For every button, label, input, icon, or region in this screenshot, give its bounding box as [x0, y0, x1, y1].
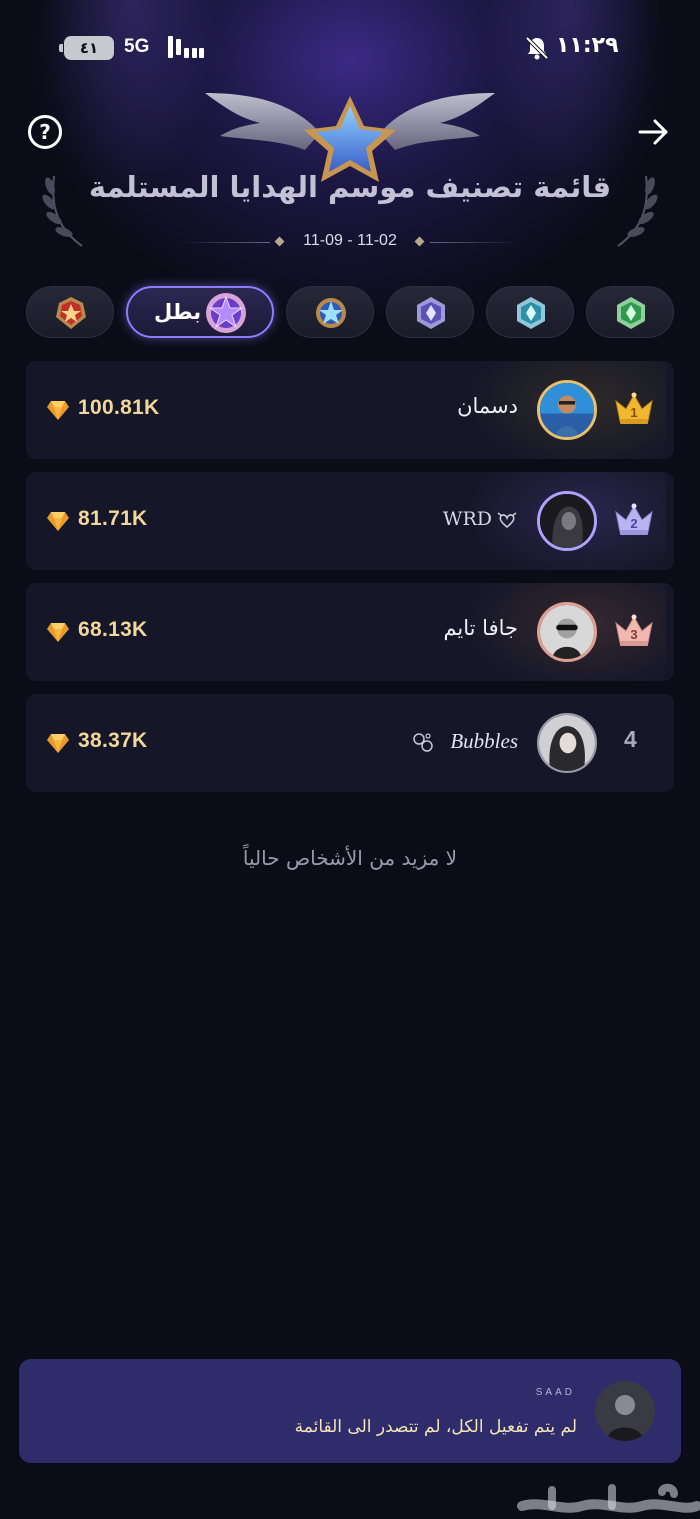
user-name: جافا تايم [443, 616, 518, 640]
sender-avatar [595, 1381, 655, 1441]
avatar[interactable] [537, 602, 597, 662]
gift-score: 38.37K [78, 729, 148, 752]
svg-text:1: 1 [630, 405, 637, 420]
haraj-watermark-logo [517, 1483, 700, 1513]
diamond-currency-icon [47, 401, 69, 420]
rank-number: 4 [624, 726, 637, 752]
signal-icon [168, 36, 204, 58]
svg-text:2: 2 [630, 516, 637, 531]
clock: ١١:٢٩ [556, 33, 619, 58]
gift-score: 81.71K [78, 507, 148, 530]
user-name: دسمان [457, 394, 518, 418]
svg-text:3: 3 [630, 627, 637, 642]
purple-star-champion-badge-icon [206, 293, 246, 333]
tier-tab-green-diamond[interactable] [586, 286, 674, 338]
silver-crown-icon: 2 [615, 503, 653, 535]
help-button[interactable]: ? [28, 115, 62, 149]
tier-tab-blue-star[interactable] [286, 286, 374, 338]
user-name: WRD [442, 508, 492, 530]
season-date-range: 11-09 - 11-02 [0, 232, 700, 252]
network-type: 5G [124, 36, 150, 57]
leaderboard-row[interactable]: 81.71K WRD 2 [26, 472, 674, 570]
diamond-currency-icon [47, 623, 69, 642]
leaderboard-row[interactable]: 100.81K دسمان 1 [26, 361, 674, 459]
red-star-badge-icon [56, 297, 86, 329]
notification-message: لم يتم تفعيل الكل، لم تتصدر الى القائمة [294, 1417, 577, 1437]
teal-diamond-badge-icon [517, 297, 545, 329]
gold-crown-icon: 1 [615, 392, 653, 424]
bubbles-icon [413, 733, 433, 752]
tier-tab-teal-diamond[interactable] [486, 286, 574, 338]
avatar[interactable] [537, 713, 597, 773]
muted-bell-icon [525, 36, 549, 60]
blue-star-badge-icon [316, 298, 346, 328]
gift-score: 100.81K [78, 396, 160, 419]
status-bar: ٤١ 5G ١١:٢٩ [0, 30, 700, 64]
notification-toast[interactable]: SAAD لم يتم تفعيل الكل، لم تتصدر الى الق… [19, 1359, 681, 1463]
leaderboard-row[interactable]: 38.37K Bubbles 4 [26, 694, 674, 792]
tier-tab-red-star[interactable] [26, 286, 114, 338]
gift-score: 68.13K [78, 618, 148, 641]
avatar[interactable] [537, 380, 597, 440]
avatar[interactable] [537, 491, 597, 551]
heart-wings-icon [497, 512, 517, 528]
sender-name: SAAD [535, 1387, 575, 1398]
tier-tab-label: بطل [154, 300, 202, 324]
tier-tab-purple-diamond[interactable] [386, 286, 474, 338]
page-title: قائمة تصنيف موسم الهدايا المستلمة [88, 170, 612, 204]
bronze-crown-icon: 3 [615, 614, 653, 646]
back-arrow-icon[interactable] [636, 116, 672, 148]
no-more-users-message: لا مزيد من الأشخاص حالياً [242, 846, 458, 870]
diamond-currency-icon [47, 512, 69, 531]
purple-diamond-badge-icon [417, 297, 445, 329]
leaderboard-row[interactable]: 68.13K جافا تايم 3 [26, 583, 674, 681]
user-name: Bubbles [450, 729, 518, 753]
date-range-text: 11-09 - 11-02 [303, 232, 397, 249]
battery-indicator: ٤١ [59, 36, 114, 60]
green-diamond-badge-icon [617, 297, 645, 329]
diamond-currency-icon [47, 734, 69, 753]
tier-tab-champion[interactable]: بطل [126, 286, 274, 338]
